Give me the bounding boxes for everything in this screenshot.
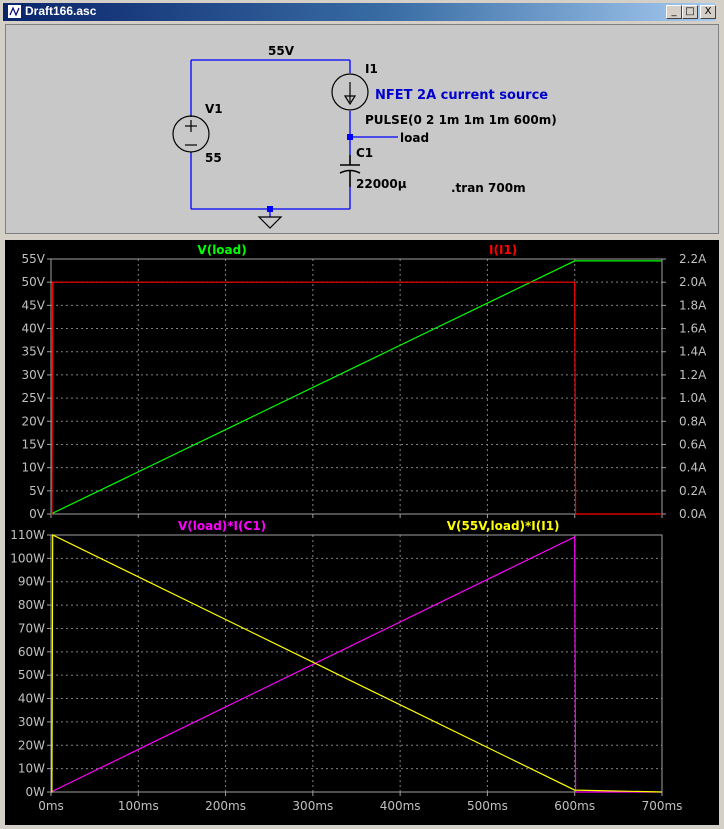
y-left-tick-label: 0W <box>26 785 46 799</box>
series-line[interactable] <box>51 534 663 793</box>
top-plot-pane[interactable]: 0V 5V 10V 15V 20V 25V 30V 35V 40V 45V 50V 55V 0.0A 0.… <box>22 243 708 521</box>
series-legend-label[interactable]: I(I1) <box>489 243 517 257</box>
close-button[interactable]: X <box>700 5 716 19</box>
y-left-tick-label: 50W <box>18 668 45 682</box>
schematic-canvas[interactable]: 55V V1 55 I1 NFET 2A current source PULS… <box>6 25 718 233</box>
y-left-tick-label: 15V <box>22 437 46 451</box>
y-right-tick-label: 2.0A <box>679 275 707 289</box>
y-left-tick-label: 60W <box>18 645 45 659</box>
y-left-tick-label: 20W <box>18 738 45 752</box>
maximize-button[interactable]: □ <box>682 5 698 19</box>
y-left-tick-label: 50V <box>22 275 46 289</box>
window-title-bar[interactable]: Draft166.asc _ □ X <box>0 0 724 24</box>
series-legend-label[interactable]: V(load) <box>197 243 246 257</box>
y-right-tick-label: 2.2A <box>679 252 707 266</box>
x-tick-label: 0ms <box>38 799 64 813</box>
y-right-tick-label: 0.8A <box>679 414 707 428</box>
y-left-tick-label: 25V <box>22 391 46 405</box>
x-tick-label: 300ms <box>292 799 333 813</box>
y-left-tick-label: 30V <box>22 368 46 382</box>
c1-name-label: C1 <box>356 146 373 160</box>
y-right-tick-label: 1.4A <box>679 345 707 359</box>
y-left-tick-label: 20V <box>22 414 46 428</box>
plot-frame <box>50 534 663 793</box>
y-left-tick-label: 10W <box>18 762 45 776</box>
y-left-tick-label: 100W <box>10 551 45 565</box>
y-left-tick-label: 110W <box>10 528 45 542</box>
y-left-tick-label: 40W <box>18 692 45 706</box>
junction-dot-load <box>347 134 353 140</box>
waveform-canvas[interactable]: 0V 5V 10V 15V 20V 25V 30V 35V 40V 45V 50V 55V 0.0A 0.… <box>5 240 719 825</box>
v1-value-label: 55 <box>205 151 222 165</box>
y-right-tick-label: 1.2A <box>679 368 707 382</box>
title-bar-background[interactable]: Draft166.asc <box>3 3 715 21</box>
v1-name-label: V1 <box>205 102 223 116</box>
series-legend-label[interactable]: V(load)*I(C1) <box>178 519 266 533</box>
x-tick-label: 100ms <box>118 799 159 813</box>
y-right-tick-label: 1.0A <box>679 391 707 405</box>
y-right-tick-label: 0.0A <box>679 507 707 521</box>
bottom-plot-pane[interactable]: 0W 10W 20W 30W 40W 50W 60W 70W 80W 90W 100W 110W 0ms… <box>10 519 682 813</box>
y-left-tick-label: 40V <box>22 322 46 336</box>
x-tick-label: 500ms <box>467 799 508 813</box>
y-right-tick-label: 0.4A <box>679 461 707 475</box>
c1-value-label: 22000µ <box>356 177 407 191</box>
net-label-55v: 55V <box>268 44 295 58</box>
y-left-tick-label: 45V <box>22 298 46 312</box>
plot-frame <box>50 258 663 515</box>
series-line[interactable] <box>50 535 662 793</box>
x-tick-label: 400ms <box>380 799 421 813</box>
i1-comment-label: NFET 2A current source <box>375 88 548 103</box>
y-left-tick-label: 90W <box>18 575 45 589</box>
window-title: Draft166.asc <box>25 4 97 18</box>
y-left-tick-label: 35V <box>22 345 46 359</box>
junction-dot-ground <box>267 206 273 212</box>
y-right-tick-label: 1.6A <box>679 322 707 336</box>
y-left-tick-label: 80W <box>18 598 45 612</box>
minimize-button[interactable]: _ <box>666 5 682 19</box>
series-line[interactable] <box>50 260 662 515</box>
x-tick-label: 200ms <box>205 799 246 813</box>
y-left-tick-label: 0V <box>29 507 46 521</box>
y-left-tick-label: 55V <box>22 252 46 266</box>
y-left-tick-label: 10V <box>22 461 46 475</box>
current-source-i1-icon[interactable] <box>331 73 369 111</box>
i1-name-label: I1 <box>365 62 378 76</box>
series-legend-label[interactable]: V(55V,load)*I(I1) <box>447 519 560 533</box>
tran-directive[interactable]: .tran 700m <box>451 181 526 195</box>
x-tick-label: 600ms <box>554 799 595 813</box>
y-left-tick-label: 5V <box>29 484 46 498</box>
schematic-wires <box>190 59 398 217</box>
schematic-app-icon <box>8 5 21 18</box>
voltage-source-v1-icon[interactable] <box>172 115 210 153</box>
schematic-pane[interactable]: 55V V1 55 I1 NFET 2A current source PULS… <box>5 24 719 234</box>
y-left-tick-label: 30W <box>18 715 45 729</box>
y-left-tick-label: 70W <box>18 621 45 635</box>
ground-icon[interactable] <box>257 216 283 229</box>
i1-value-label: PULSE(0 2 1m 1m 1m 600m) <box>365 113 557 127</box>
y-right-tick-label: 1.8A <box>679 298 707 312</box>
y-right-tick-label: 0.6A <box>679 437 707 451</box>
waveform-plot-pane[interactable]: 0V 5V 10V 15V 20V 25V 30V 35V 40V 45V 50V 55V 0.0A 0.… <box>5 240 719 825</box>
y-right-tick-label: 0.2A <box>679 484 707 498</box>
net-label-load: load <box>400 131 429 145</box>
x-tick-label: 700ms <box>642 799 683 813</box>
